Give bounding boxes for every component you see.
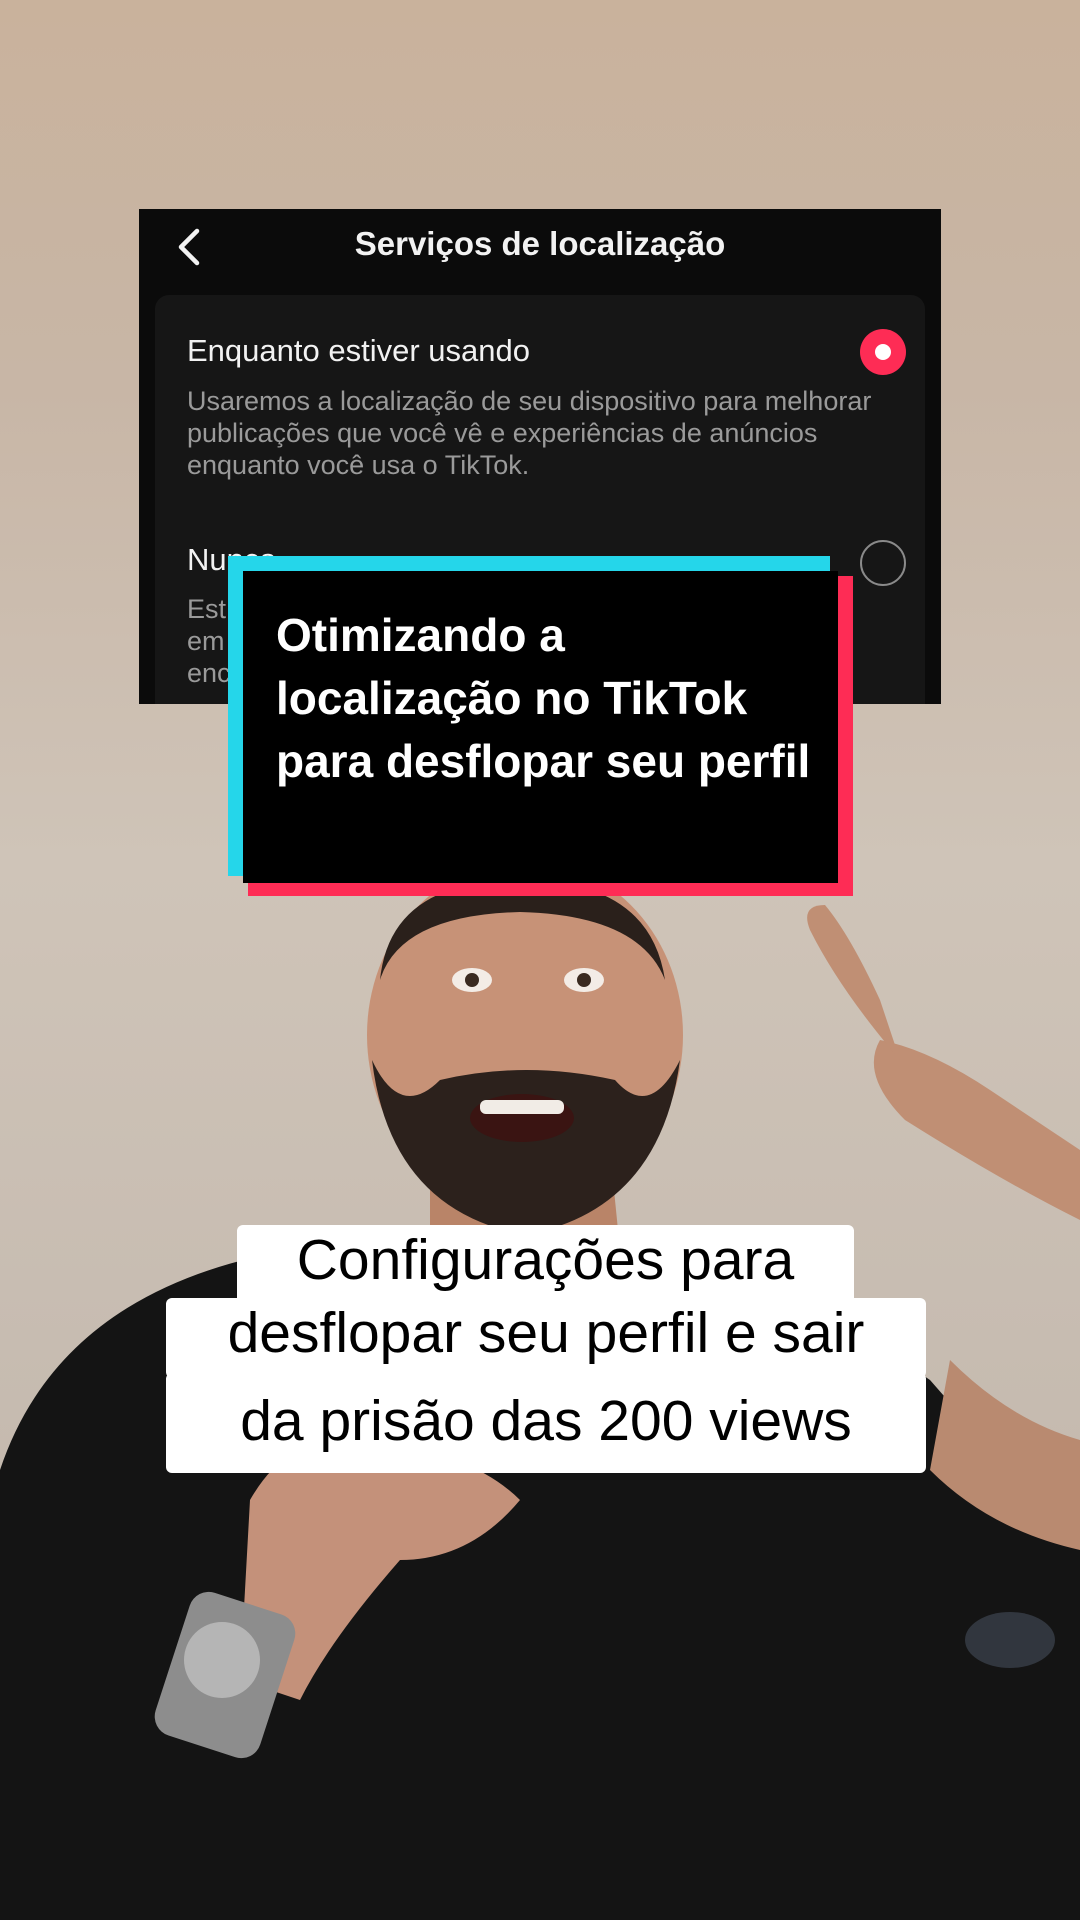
- radio-unselected-icon[interactable]: [860, 540, 906, 586]
- option-while-using-title[interactable]: Enquanto estiver usando: [187, 333, 530, 369]
- settings-header: Serviços de localização: [139, 209, 941, 284]
- caption-line-1: Configurações para: [237, 1225, 854, 1305]
- caption-line-3: da prisão das 200 views: [166, 1373, 926, 1473]
- radio-selected-icon[interactable]: [860, 329, 906, 375]
- page-title: Serviços de localização: [354, 225, 726, 262]
- option-while-using-description: Usaremos a localização de seu dispositiv…: [187, 386, 872, 480]
- video-title-box: Otimizando a localização no TikTok para …: [228, 556, 853, 896]
- caption-line-2: desflopar seu perfil e sair: [166, 1298, 926, 1378]
- video-title-text: Otimizando a localização no TikTok para …: [276, 609, 811, 787]
